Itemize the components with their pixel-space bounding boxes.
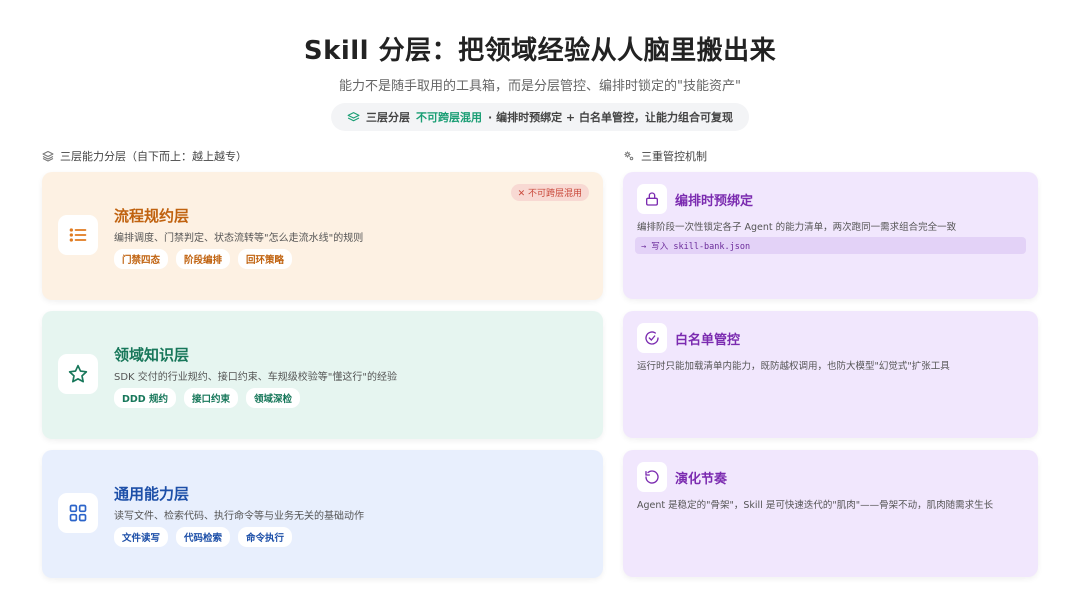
no-cross-layer-badge: ✕ 不可跨层混用 — [510, 184, 589, 201]
layer-desc: SDK 交付的行业规约、接口约束、车规级校验等"懂这行"的经验 — [114, 372, 397, 383]
tag: 接口约束 — [183, 388, 238, 408]
layer-name: 领域知识层 — [114, 346, 190, 364]
layers-icon — [42, 150, 54, 162]
summary-pill: 三层分层 不可跨层混用 · 编排时预绑定 + 白名单管控，让能力组合可复现 — [331, 103, 749, 131]
grid-icon — [58, 493, 98, 533]
layer-card-general: 通用能力层 读写文件、检索代码、执行命令等与业务无关的基础动作 文件读写 代码检… — [42, 450, 603, 578]
tag: 领域深检 — [245, 388, 300, 408]
controls-section-label: 三重管控机制 — [623, 148, 707, 164]
page-title: Skill 分层：把领域经验从人脑里搬出来 — [303, 36, 777, 66]
pill-part1: 三层分层 — [366, 111, 411, 124]
tag: 阶段编排 — [176, 249, 231, 269]
tag: 文件读写 — [114, 527, 169, 547]
control-desc: 编排阶段一次性锁定各子 Agent 的能力清单，两次跑同一需求组合完全一致 — [637, 222, 957, 233]
check-circle-icon — [637, 323, 667, 353]
layer-desc: 读写文件、检索代码、执行命令等与业务无关的基础动作 — [114, 511, 364, 522]
layers-icon — [347, 111, 360, 124]
layer-tags: 门禁四态 阶段编排 回环策略 — [114, 249, 293, 269]
tag: 门禁四态 — [114, 249, 169, 269]
refresh-icon — [637, 462, 667, 492]
control-name: 编排时预绑定 — [675, 194, 754, 209]
control-name: 演化节奏 — [675, 472, 728, 487]
pill-part2: · 编排时预绑定 + 白名单管控，让能力组合可复现 — [488, 111, 733, 124]
layer-card-domain: 领域知识层 SDK 交付的行业规约、接口约束、车规级校验等"懂这行"的经验 DD… — [42, 311, 603, 439]
layer-name: 流程规约层 — [114, 207, 190, 225]
code-snippet: → 写入 skill-bank.json — [635, 237, 1026, 254]
pill-accent: 不可跨层混用 — [416, 111, 483, 124]
control-desc: 运行时只能加载清单内能力，既防越权调用，也防大模型"幻觉式"扩张工具 — [637, 361, 950, 372]
list-icon — [58, 215, 98, 255]
layer-name: 通用能力层 — [114, 485, 190, 503]
tag: 命令执行 — [238, 527, 293, 547]
control-name: 白名单管控 — [675, 333, 741, 348]
layer-desc: 编排调度、门禁判定、状态流转等"怎么走流水线"的规则 — [114, 233, 364, 244]
lock-icon — [637, 184, 667, 214]
tag: 代码检索 — [176, 527, 231, 547]
layer-tags: DDD 规约 接口约束 领域深检 — [114, 388, 300, 408]
layers-section-label: 三层能力分层（自下而上：越上越专） — [42, 148, 247, 164]
control-desc: Agent 是稳定的"骨架"，Skill 是可快速迭代的"肌肉"——骨架不动，肌… — [637, 500, 994, 511]
controls-section-text: 三重管控机制 — [641, 150, 707, 163]
control-card-prebind: 编排时预绑定 编排阶段一次性锁定各子 Agent 的能力清单，两次跑同一需求组合… — [623, 172, 1038, 299]
control-card-evolution: 演化节奏 Agent 是稳定的"骨架"，Skill 是可快速迭代的"肌肉"——骨… — [623, 450, 1038, 577]
page-subtitle: 能力不是随手取用的工具箱，而是分层管控、编排时锁定的"技能资产" — [339, 79, 741, 94]
layers-section-text: 三层能力分层（自下而上：越上越专） — [60, 150, 247, 163]
layer-card-process: ✕ 不可跨层混用 流程规约层 编排调度、门禁判定、状态流转等"怎么走流水线"的规… — [42, 172, 603, 300]
control-card-whitelist: 白名单管控 运行时只能加载清单内能力，既防越权调用，也防大模型"幻觉式"扩张工具 — [623, 311, 1038, 438]
tag: DDD 规约 — [114, 388, 176, 408]
star-icon — [58, 354, 98, 394]
layer-tags: 文件读写 代码检索 命令执行 — [114, 527, 293, 547]
tag: 回环策略 — [238, 249, 293, 269]
gears-icon — [623, 150, 635, 162]
